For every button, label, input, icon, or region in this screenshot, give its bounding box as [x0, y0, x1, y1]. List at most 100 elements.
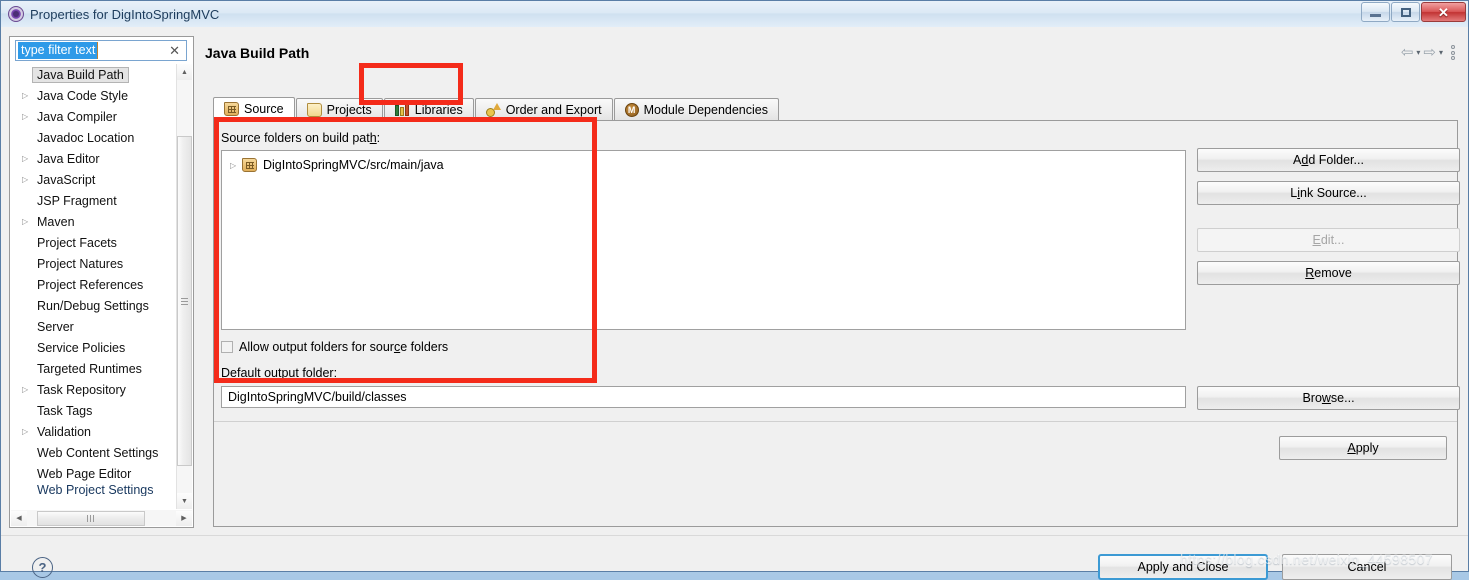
expand-arrow-icon[interactable]: ▷	[230, 161, 242, 170]
scroll-right-icon[interactable]: ▶	[176, 510, 192, 526]
allow-output-folders-row[interactable]: Allow output folders for source folders	[221, 340, 448, 354]
tree-item-label: Run/Debug Settings	[37, 298, 149, 313]
horizontal-scroll-track[interactable]	[27, 510, 176, 526]
default-output-folder-label-text: Default output folder:	[221, 366, 338, 380]
package-icon	[242, 158, 257, 172]
default-output-folder-label: Default output folder:	[221, 366, 337, 380]
default-output-folder-input[interactable]: DigIntoSpringMVC/build/classes	[221, 386, 1186, 408]
back-dropdown-icon[interactable]: ▾	[1416, 48, 1420, 57]
tree-item-label: Web Content Settings	[37, 445, 159, 460]
tree-item-label: Web Project Settings	[37, 484, 154, 496]
source-folder-row[interactable]: ▷ DigIntoSpringMVC/src/main/java	[222, 155, 1185, 175]
tree-item-label: Java Editor	[37, 151, 100, 166]
tree-item-service-policies[interactable]: Service Policies	[12, 337, 172, 358]
expand-arrow-icon[interactable]: ▷	[22, 175, 33, 184]
tab-libraries[interactable]: Libraries	[383, 98, 474, 121]
edit-button: Edit...	[1197, 228, 1460, 252]
scroll-up-icon[interactable]: ▲	[177, 64, 192, 80]
browse-button[interactable]: Browse...	[1197, 386, 1460, 410]
tab-label: Source	[244, 102, 284, 116]
link-source-button[interactable]: Link Source...	[1197, 181, 1460, 205]
forward-dropdown-icon[interactable]: ▾	[1439, 48, 1443, 57]
filter-input[interactable]: type filter text ✕	[15, 40, 187, 61]
tree-item-server[interactable]: Server	[12, 316, 172, 337]
scroll-left-icon[interactable]: ◀	[11, 510, 27, 526]
tree-item-project-natures[interactable]: Project Natures	[12, 253, 172, 274]
allow-output-folders-label: Allow output folders for source folders	[239, 340, 449, 354]
tab-module-dependencies[interactable]: M Module Dependencies	[613, 98, 779, 121]
add-folder-button[interactable]: Add Folder...	[1197, 148, 1460, 172]
tree-item-java-build-path[interactable]: Java Build Path	[12, 64, 172, 85]
clear-filter-icon[interactable]: ✕	[169, 44, 180, 57]
overflow-menu-icon[interactable]	[1451, 45, 1455, 60]
tab-label: Projects	[326, 103, 372, 117]
restore-button[interactable]	[1391, 2, 1420, 22]
tree-item-label: Server	[37, 319, 74, 334]
tree-item-label: Task Tags	[37, 403, 93, 418]
tab-projects[interactable]: Projects	[295, 98, 383, 121]
tree-item-maven[interactable]: ▷ Maven	[12, 211, 172, 232]
tree-item-jsp-fragment[interactable]: JSP Fragment	[12, 190, 172, 211]
expand-arrow-icon[interactable]: ▷	[22, 91, 33, 100]
tree-item-run-debug-settings[interactable]: Run/Debug Settings	[12, 295, 172, 316]
tree-item-web-page-editor[interactable]: Web Page Editor	[12, 463, 172, 484]
vertical-scroll-thumb[interactable]	[177, 136, 192, 466]
page-pane: Java Build Path ⇦ ▾ ⇨ ▾ Source Projects	[201, 35, 1460, 527]
allow-output-folders-checkbox[interactable]	[221, 341, 233, 353]
tree-item-task-tags[interactable]: Task Tags	[12, 400, 172, 421]
expand-arrow-icon[interactable]: ▷	[22, 427, 33, 436]
tree-item-validation[interactable]: ▷ Validation	[12, 421, 172, 442]
horizontal-scroll-thumb[interactable]	[37, 510, 145, 526]
source-folders-list[interactable]: ▷ DigIntoSpringMVC/src/main/java	[221, 150, 1186, 330]
tree-item-javadoc-location[interactable]: Javadoc Location	[12, 127, 172, 148]
default-output-folder-value: DigIntoSpringMVC/build/classes	[228, 390, 407, 404]
tab-order-and-export[interactable]: Order and Export	[474, 98, 613, 121]
tree-item-targeted-runtimes[interactable]: Targeted Runtimes	[12, 358, 172, 379]
tree-vertical-scrollbar[interactable]: ▲ ▼	[176, 64, 192, 509]
watermark: https://blog.csdn.net/weixin_44598507	[1180, 551, 1433, 567]
tree-item-task-repository[interactable]: ▷ Task Repository	[12, 379, 172, 400]
scroll-down-icon[interactable]: ▼	[177, 493, 192, 509]
expand-arrow-icon[interactable]: ▷	[22, 385, 33, 394]
browse-label: Browse...	[1302, 391, 1355, 405]
help-icon[interactable]: ?	[32, 557, 53, 578]
forward-arrow-icon[interactable]: ⇨	[1423, 45, 1436, 60]
close-button[interactable]: ✕	[1421, 2, 1466, 22]
expand-arrow-icon[interactable]: ▷	[22, 217, 33, 226]
tree-horizontal-scrollbar[interactable]: ◀ ▶	[11, 510, 192, 526]
tab-source[interactable]: Source	[213, 97, 295, 121]
tree-item-label: Project References	[37, 277, 144, 292]
tree-item-project-facets[interactable]: Project Facets	[12, 232, 172, 253]
minimize-icon	[1370, 13, 1381, 17]
title-bar: Properties for DigIntoSpringMVC ✕	[1, 1, 1468, 28]
expand-arrow-icon[interactable]: ▷	[22, 154, 33, 163]
settings-tree[interactable]: Java Build Path ▷ Java Code Style ▷ Java C…	[12, 64, 172, 509]
package-icon	[224, 102, 239, 116]
tree-item-java-compiler[interactable]: ▷ Java Compiler	[12, 106, 172, 127]
tree-item-web-project-settings[interactable]: Web Project Settings	[12, 484, 172, 496]
apply-button[interactable]: Apply	[1279, 436, 1447, 460]
source-folders-label-text: Source folders on build path:	[221, 131, 381, 145]
apply-divider	[214, 421, 1457, 422]
scroll-grip-icon	[86, 514, 96, 522]
tree-item-web-content-settings[interactable]: Web Content Settings	[12, 442, 172, 463]
settings-tree-pane: type filter text ✕ Java Build Path ▷ Java…	[9, 36, 194, 528]
remove-button[interactable]: Remove	[1197, 261, 1460, 285]
tree-item-java-editor[interactable]: ▷ Java Editor	[12, 148, 172, 169]
add-folder-label: Add Folder...	[1293, 153, 1364, 167]
tree-item-label: Java Build Path	[32, 66, 129, 83]
expand-arrow-icon[interactable]: ▷	[22, 112, 33, 121]
tree-item-label: Project Facets	[37, 235, 117, 250]
tree-item-label: Java Compiler	[37, 109, 117, 124]
minimize-button[interactable]	[1361, 2, 1390, 22]
source-action-buttons: Add Folder... Link Source... Edit... Rem…	[1197, 148, 1460, 294]
tree-item-label: Validation	[37, 424, 91, 439]
module-icon: M	[624, 103, 639, 117]
back-arrow-icon[interactable]: ⇦	[1401, 45, 1414, 60]
order-icon	[485, 103, 501, 117]
tree-item-java-code-style[interactable]: ▷ Java Code Style	[12, 85, 172, 106]
tree-item-label: Task Repository	[37, 382, 126, 397]
tree-item-project-references[interactable]: Project References	[12, 274, 172, 295]
tab-label: Order and Export	[505, 103, 602, 117]
tree-item-javascript[interactable]: ▷ JavaScript	[12, 169, 172, 190]
